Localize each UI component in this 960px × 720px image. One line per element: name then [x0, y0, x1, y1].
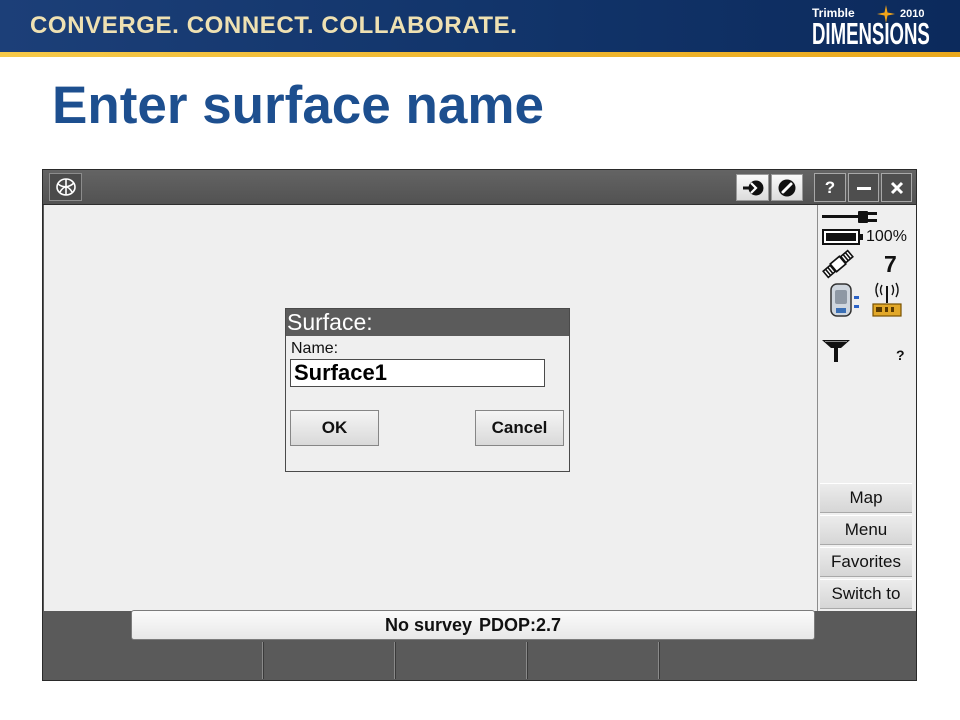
- softkey-4: [526, 642, 658, 679]
- softkey-5: [658, 642, 916, 679]
- satellite-status[interactable]: 7: [821, 248, 913, 282]
- power-plug-icon: [822, 211, 877, 223]
- keyboard-toggle-button[interactable]: [771, 174, 803, 201]
- antenna-icon: [822, 340, 850, 362]
- satellite-icon: [822, 249, 854, 279]
- dialog-title: Surface:: [286, 309, 569, 336]
- ok-button[interactable]: OK: [290, 410, 379, 446]
- controller-screen: ? Surface: Name: OK Cancel: [42, 169, 917, 681]
- minimize-icon: [856, 187, 871, 190]
- close-icon: [890, 181, 903, 194]
- slide-title: Enter surface name: [52, 76, 544, 135]
- battery-status[interactable]: 100%: [822, 227, 914, 247]
- main-area: Surface: Name: OK Cancel: [44, 205, 817, 611]
- antenna-status-value: ?: [896, 347, 905, 363]
- cancel-button[interactable]: Cancel: [475, 410, 564, 446]
- softkey-1: [44, 642, 262, 679]
- switch-to-button[interactable]: Switch to: [820, 579, 912, 609]
- surface-name-input[interactable]: [290, 359, 545, 387]
- battery-level: 100%: [866, 228, 907, 245]
- banner-stripe: [0, 52, 960, 57]
- logo-event: DIMENSIONS: [812, 16, 930, 51]
- gnss-receiver-icon: [830, 283, 859, 317]
- antenna-status[interactable]: ?: [821, 338, 913, 366]
- switch-arrow-icon: [742, 180, 763, 195]
- battery-icon: [822, 229, 863, 245]
- status-sidebar: 100% 7 ? Map Menu Favorites Switch to: [817, 205, 916, 611]
- pencil-circle-icon: [778, 179, 796, 196]
- trimble-menu-button[interactable]: [49, 173, 82, 201]
- menu-button[interactable]: Menu: [820, 515, 912, 545]
- name-label: Name:: [291, 340, 339, 357]
- survey-status: No survey: [384, 614, 472, 635]
- radio-status[interactable]: [871, 282, 903, 325]
- event-logo: Trimble 2010 DIMENSIONS: [808, 4, 934, 51]
- help-icon: ?: [824, 177, 836, 197]
- softkey-2: [262, 642, 394, 679]
- softkey-3: [394, 642, 526, 679]
- map-button[interactable]: Map: [820, 483, 912, 513]
- switch-button[interactable]: [736, 174, 769, 201]
- receiver-status[interactable]: [827, 282, 863, 325]
- help-button[interactable]: ?: [814, 173, 846, 202]
- conference-banner: CONVERGE. CONNECT. COLLABORATE. Trimble …: [0, 0, 960, 52]
- satellite-count: 7: [884, 251, 897, 277]
- surface-dialog: Surface: Name: OK Cancel: [285, 308, 570, 472]
- status-line: No survey PDOP:2.7: [131, 610, 815, 640]
- close-button[interactable]: [881, 173, 912, 202]
- title-bar: ?: [43, 170, 916, 205]
- pdop-value: PDOP:2.7: [479, 614, 562, 635]
- minimize-button[interactable]: [848, 173, 879, 202]
- favorites-button[interactable]: Favorites: [820, 547, 912, 577]
- banner-tagline: CONVERGE. CONNECT. COLLABORATE.: [30, 12, 518, 39]
- radio-icon: [872, 282, 902, 317]
- trimble-globe-icon: [55, 178, 76, 196]
